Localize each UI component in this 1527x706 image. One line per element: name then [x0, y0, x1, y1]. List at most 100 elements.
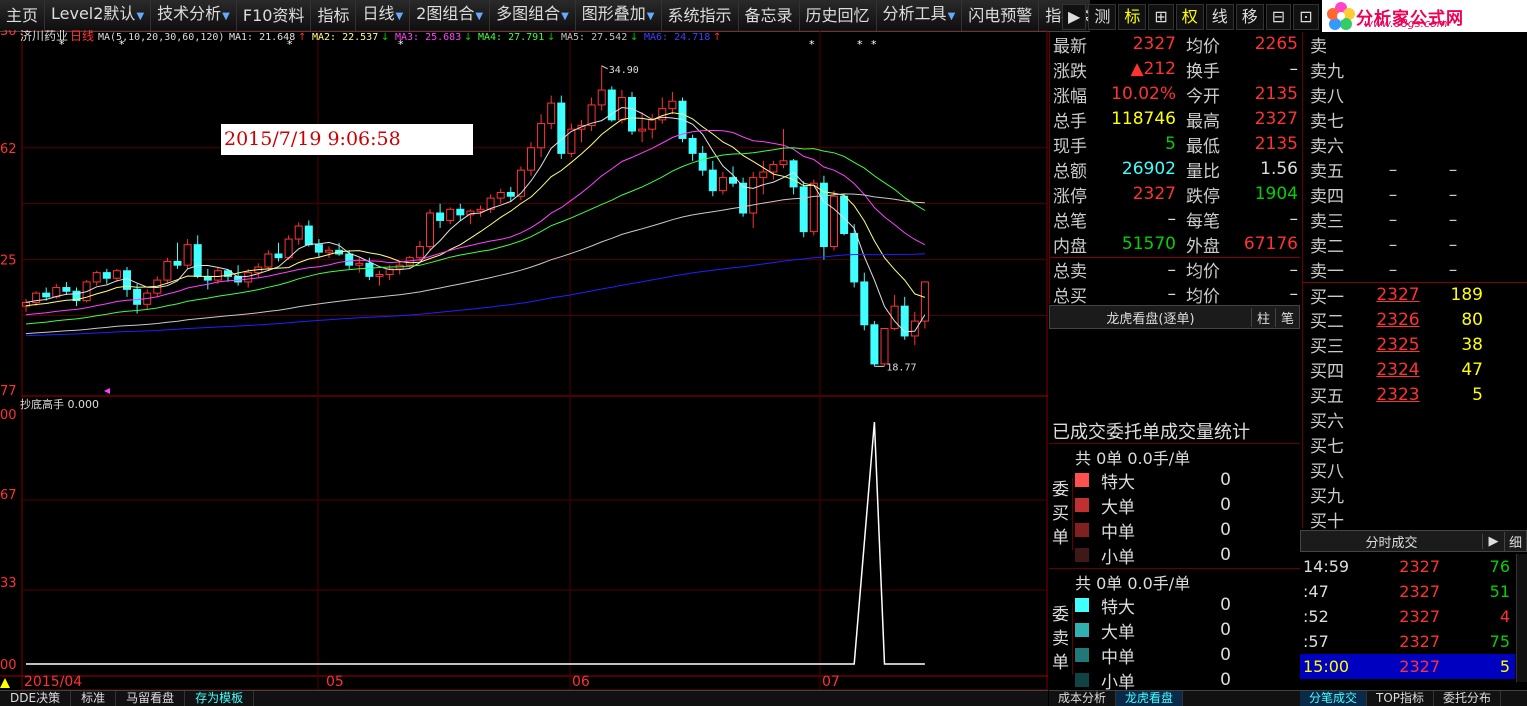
stats-name: 中单	[1101, 522, 1135, 543]
candle-body-up	[880, 328, 889, 365]
menu-item[interactable]: 系统指示	[662, 0, 739, 31]
book-price: –	[1388, 184, 1398, 205]
tab-tabs[interactable]: 标准	[71, 691, 117, 706]
quote-value: 2327	[1254, 109, 1298, 129]
candle-body-up	[163, 260, 172, 281]
book-level-label: 买七	[1310, 437, 1344, 457]
quote-label: 均价	[1186, 262, 1220, 282]
quote-row: 总卖 – 均价 –	[1050, 257, 1300, 282]
candle-body-up	[809, 182, 818, 233]
stats-title: 已成交委托单成交量统计	[1052, 422, 1250, 443]
menu-item-label: 闪电预警	[968, 5, 1033, 25]
toolbar-button[interactable]: ⊡	[1293, 4, 1319, 30]
menu-item[interactable]: 2图组合▼	[410, 0, 491, 31]
event-marker-icon: *	[119, 38, 125, 51]
tick-price: 2327	[1399, 657, 1440, 676]
ma-value: MA6: 24.718	[644, 32, 710, 43]
stats-name: 大单	[1101, 497, 1135, 518]
tab-right1[interactable]: 龙虎看盘	[1116, 691, 1184, 706]
toolbar-button[interactable]: ⊞	[1148, 4, 1174, 30]
menu-item-label: 系统指示	[667, 5, 732, 25]
toolbar-button[interactable]: 移	[1235, 4, 1264, 30]
ma-trend-arrow-icon: ↑	[713, 32, 721, 43]
tab-right2[interactable]: 分笔成交	[1300, 691, 1368, 706]
dropdown-arrow-icon: ▼	[395, 11, 404, 22]
book-row: 卖七	[1303, 107, 1527, 132]
candle-body-down	[506, 192, 515, 197]
ma-trend-arrow-icon: ↓	[381, 32, 389, 43]
menu-item[interactable]: 历史回忆	[800, 0, 877, 31]
y-axis-label: 77	[0, 384, 17, 399]
tab-right1[interactable]: 成本分析	[1049, 691, 1117, 706]
bottom-tabs: DDE决策 标准 马留看盘 存为模板	[0, 690, 1048, 706]
menu-item[interactable]: 图形叠加▼	[576, 0, 662, 31]
menu-item[interactable]: 指标	[311, 0, 357, 31]
book-price: 2327	[1376, 285, 1420, 305]
toolbar-button[interactable]: ▶	[1062, 4, 1087, 30]
stats-side-label: 卖	[1049, 627, 1073, 651]
stats-header: 共 0单 0.0手/单	[1075, 574, 1191, 593]
book-level-label: 买二	[1310, 312, 1344, 332]
menu-item[interactable]: F10资料	[237, 0, 312, 31]
book-row: 卖三 – –	[1303, 207, 1527, 233]
candle-body-up	[769, 164, 778, 173]
ticks-detail-button[interactable]: 细	[1504, 531, 1526, 551]
kline-chart[interactable]: 3062257700673300济川药业 日线 MA(5,10,20,30,60,1…	[0, 30, 1048, 690]
candle-body-up	[547, 102, 556, 125]
toolbar-button[interactable]: 标	[1118, 4, 1147, 30]
candle-body-down	[62, 287, 71, 292]
menu-item[interactable]: 分析工具▼	[877, 0, 963, 31]
candle-body-up	[910, 320, 919, 337]
tick-time: :57	[1303, 632, 1329, 651]
book-volume: –	[1448, 259, 1458, 280]
toolbar-button[interactable]: 权	[1175, 4, 1204, 30]
candle-body-down	[133, 288, 142, 305]
quote-value: –	[1167, 209, 1177, 229]
dragon-tick-button[interactable]: 笔	[1275, 307, 1299, 327]
book-row: 卖九	[1303, 57, 1527, 82]
y-axis-label: 62	[0, 142, 17, 157]
tab-tabs[interactable]: 马留看盘	[116, 691, 186, 706]
candle-body-up	[426, 212, 434, 248]
book-level-label: 卖八	[1310, 87, 1344, 107]
stats-side-label: 单	[1049, 526, 1073, 550]
candle-body-down	[304, 225, 313, 246]
quote-row: 总笔 – 每笔 –	[1050, 207, 1300, 232]
menu-item[interactable]: 技术分析▼	[151, 0, 237, 31]
ticks-play-button[interactable]: ▶	[1482, 533, 1504, 549]
quote-row: 最新 2327 均价 2265	[1050, 32, 1300, 57]
quote-label: 换手	[1186, 61, 1220, 82]
toolbar-button[interactable]: 测	[1088, 4, 1117, 30]
color-swatch	[1075, 523, 1089, 537]
stats-side-label: 委	[1049, 603, 1073, 627]
tick-row: :57 2327 75	[1300, 629, 1515, 654]
book-price: –	[1388, 259, 1398, 280]
quote-value: 67176	[1243, 234, 1298, 254]
candle-body-up	[264, 253, 273, 268]
kline-chart-panel[interactable]: 30 62 25 77 00 67 33 00 济川药业 日线 MA(5,10,20,30,60,1…	[0, 30, 1048, 690]
toolbar-button[interactable]: 线	[1205, 4, 1234, 30]
moving-average-line	[25, 112, 926, 307]
tab-right2[interactable]: 委托分布	[1434, 691, 1502, 706]
tab-tabs[interactable]: DDE决策	[0, 691, 72, 706]
dragon-bar-button[interactable]: 柱	[1251, 307, 1275, 327]
quote-label: 最低	[1186, 136, 1220, 157]
menu-item-label: 分析工具	[882, 4, 947, 23]
quote-label: 均价	[1186, 36, 1220, 57]
menu-item[interactable]: 日线▼	[356, 0, 411, 31]
menu-item[interactable]: 多图组合▼	[490, 0, 576, 31]
tab-tabs[interactable]: 存为模板	[185, 691, 255, 706]
toolbar-button[interactable]: ⊟	[1265, 4, 1292, 30]
tick-scrollbar[interactable]	[1516, 554, 1527, 682]
color-swatch	[1075, 598, 1089, 612]
menu-item[interactable]: 闪电预警	[962, 0, 1040, 31]
menu-item[interactable]: 备忘录	[739, 0, 800, 31]
book-price: –	[1388, 159, 1398, 180]
tab-right2[interactable]: TOP指标	[1367, 691, 1435, 706]
indicator-y-label: 00	[0, 658, 17, 673]
menu-item[interactable]: Level2默认▼	[45, 0, 152, 31]
indicator-name: 抄底高手 0.000	[20, 397, 99, 411]
buy-order-stats: 共 0单 0.0手/单委买单 特大 0 大单 0 中单 0 小单 0	[1049, 443, 1300, 568]
color-swatch	[1075, 548, 1089, 562]
menu-item[interactable]: 主页	[0, 0, 46, 31]
